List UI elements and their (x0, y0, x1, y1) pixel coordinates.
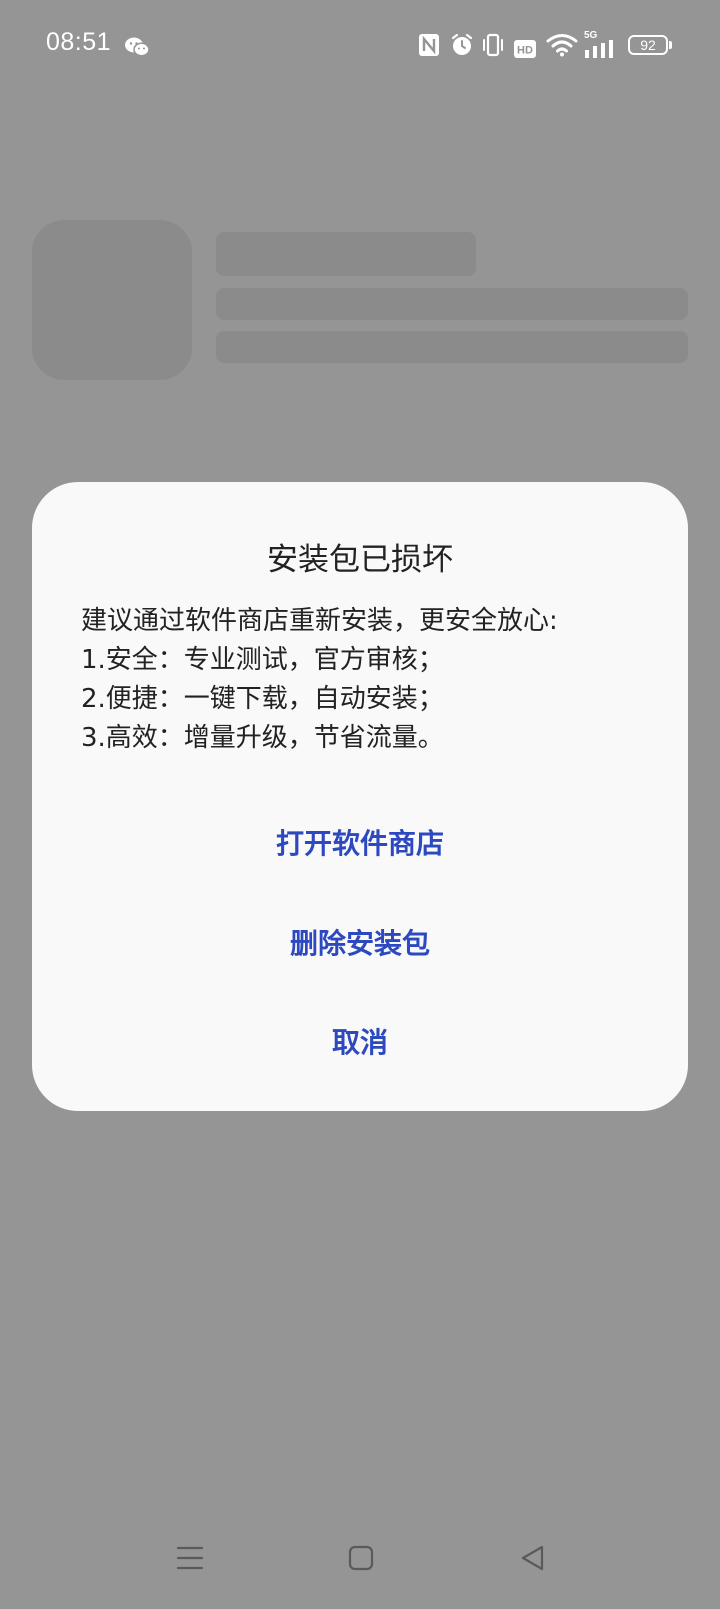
dialog-message-line: 建议通过软件商店重新安装，更安全放心: (81, 606, 558, 636)
app-icon-placeholder (32, 220, 192, 380)
menu-icon[interactable] (176, 1545, 204, 1571)
vibrate-icon (483, 33, 503, 57)
app-info-placeholder (216, 288, 688, 320)
cancel-button[interactable]: 取消 (32, 1003, 688, 1083)
wifi-icon (546, 34, 578, 57)
signal-icon (585, 40, 613, 58)
damaged-package-dialog: 安装包已损坏 建议通过软件商店重新安装，更安全放心: 1.安全：专业测试，官方审… (32, 482, 688, 1111)
svg-text:HD: HD (517, 45, 533, 57)
battery-icon: 92 (628, 35, 672, 55)
alarm-icon (451, 33, 473, 55)
dialog-message-line: 1.安全：专业测试，官方审核； (81, 645, 444, 675)
open-store-button[interactable]: 打开软件商店 (32, 804, 688, 884)
status-time: 08:51 (46, 28, 112, 56)
app-info-placeholder (216, 331, 688, 363)
dialog-title: 安装包已损坏 (267, 542, 453, 578)
back-icon[interactable] (520, 1545, 546, 1571)
home-icon[interactable] (348, 1545, 374, 1571)
nfc-icon (419, 34, 439, 56)
dialog-message: 建议通过软件商店重新安装，更安全放心: 1.安全：专业测试，官方审核； 2.便捷… (81, 602, 661, 758)
dialog-message-line: 2.便捷：一键下载，自动安装； (81, 684, 444, 714)
app-title-placeholder (216, 232, 476, 276)
dialog-message-line: 3.高效：增量升级，节省流量。 (81, 723, 444, 753)
wechat-icon (125, 37, 150, 57)
status-bar: 08:51 HD 5G 92 (0, 0, 720, 92)
delete-package-button[interactable]: 删除安装包 (32, 904, 688, 984)
network-type: 5G (584, 30, 624, 60)
hd-icon: HD (514, 40, 536, 58)
